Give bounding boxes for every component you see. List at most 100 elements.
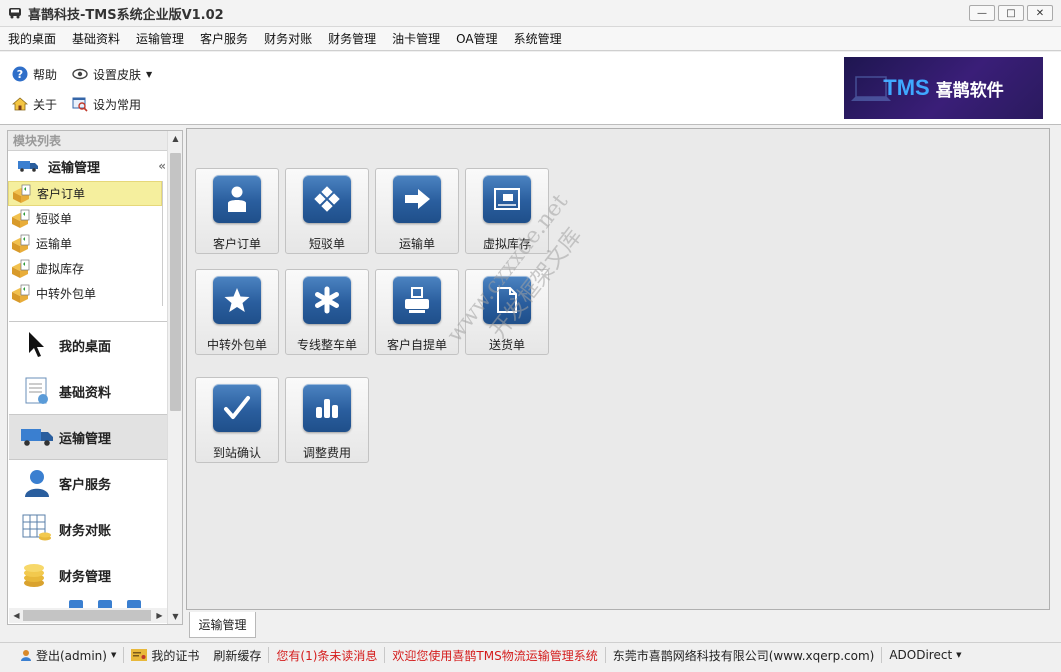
- window-search-icon: [72, 97, 88, 112]
- tile-label: 中转外包单: [206, 338, 267, 352]
- tile-label: 客户订单: [212, 237, 261, 251]
- bar-chart-icon: [303, 384, 351, 432]
- logout-dropdown[interactable]: 登出(admin) ▼: [0, 647, 123, 664]
- db-driver-dropdown[interactable]: ADODirect ▼: [882, 648, 968, 662]
- sub-item-shuttle[interactable]: 短驳单: [8, 206, 162, 231]
- menu-bar: 我的桌面 基础资料 运输管理 客户服务 财务对账 财务管理 油卡管理 OA管理 …: [0, 27, 1061, 51]
- truck-icon: [18, 161, 38, 172]
- nav-transport[interactable]: 运输管理: [9, 414, 168, 460]
- tile-virtual-stock[interactable]: 虚拟库存: [465, 168, 549, 254]
- package-doc-icon: [12, 259, 30, 278]
- sub-item-transport-order[interactable]: 运输单: [8, 231, 162, 256]
- coins-icon: [24, 564, 44, 587]
- skin-dropdown[interactable]: 设置皮肤 ▼: [72, 64, 152, 84]
- menu-customer-service[interactable]: 客户服务: [192, 27, 256, 51]
- menu-system[interactable]: 系统管理: [506, 27, 570, 51]
- about-button[interactable]: 关于: [12, 94, 57, 114]
- sub-item-list: 客户订单 短驳单 运输单 虚拟库存 中转外包单: [8, 181, 163, 306]
- minimize-button[interactable]: —: [969, 5, 995, 21]
- chevron-down-icon: ▼: [956, 651, 962, 659]
- window-title: 喜鹊科技-TMS系统企业版V1.02: [28, 7, 224, 23]
- scroll-thumb[interactable]: [23, 610, 151, 621]
- menu-oa[interactable]: OA管理: [448, 27, 505, 51]
- document-icon: [483, 276, 531, 324]
- sub-item-label: 运输单: [36, 237, 73, 251]
- truck-app-icon: [9, 8, 21, 19]
- scroll-thumb[interactable]: [170, 153, 181, 411]
- tile-label: 调整费用: [302, 446, 351, 460]
- menu-basic-data[interactable]: 基础资料: [64, 27, 128, 51]
- status-bar: 登出(admin) ▼ 我的证书 刷新缓存 您有(1)条未读消息 欢迎您使用喜鹊…: [0, 642, 1061, 667]
- package-doc-icon: [13, 184, 31, 203]
- skin-label: 设置皮肤: [93, 67, 142, 82]
- module-panel-header: 模块列表: [8, 131, 168, 151]
- menu-fuel-card[interactable]: 油卡管理: [384, 27, 448, 51]
- nav-label: 客户服务: [59, 477, 112, 493]
- user-icon: [21, 650, 31, 661]
- tile-arrival-confirm[interactable]: 到站确认: [195, 377, 279, 463]
- unread-messages-link[interactable]: 您有(1)条未读消息: [269, 647, 384, 664]
- scroll-down-icon[interactable]: ▼: [168, 609, 183, 624]
- tile-label: 送货单: [488, 338, 525, 352]
- module-panel: 模块列表 运输管理 « 客户订单 短驳单 运输单 虚拟库存 中转外包单 我的桌面…: [7, 130, 183, 625]
- sub-item-customer-order[interactable]: 客户订单: [8, 181, 162, 206]
- nav-finance-management[interactable]: 财务管理: [9, 552, 168, 598]
- sub-item-label: 中转外包单: [36, 287, 97, 301]
- module-nav: 我的桌面 基础资料 运输管理 客户服务 财务对账 财务管理: [9, 321, 168, 610]
- horizontal-scrollbar[interactable]: ◀ ▶: [9, 608, 167, 623]
- nav-label: 财务对账: [59, 523, 112, 539]
- menu-finance-management[interactable]: 财务管理: [320, 27, 384, 51]
- nav-customer-service[interactable]: 客户服务: [9, 460, 168, 506]
- sub-item-virtual-stock[interactable]: 虚拟库存: [8, 256, 162, 281]
- nav-label: 运输管理: [59, 431, 112, 447]
- maximize-button[interactable]: □: [998, 5, 1024, 21]
- help-label: 帮助: [33, 67, 58, 82]
- module-group-header[interactable]: 运输管理 «: [8, 151, 168, 181]
- checkmark-icon: [213, 384, 261, 432]
- tile-adjust-fee[interactable]: 调整费用: [285, 377, 369, 463]
- tile-transport-order[interactable]: 运输单: [375, 168, 459, 254]
- set-common-label: 设为常用: [93, 97, 142, 112]
- nav-finance-reconcile[interactable]: 财务对账: [9, 506, 168, 552]
- sub-item-transfer-outsource[interactable]: 中转外包单: [8, 281, 162, 306]
- vertical-scrollbar[interactable]: ▲ ▼: [167, 131, 182, 624]
- logo-company-text: 喜鹊软件: [935, 80, 1004, 101]
- nav-label: 财务管理: [59, 569, 112, 585]
- collapse-icon[interactable]: «: [158, 159, 166, 173]
- menu-transport[interactable]: 运输管理: [128, 27, 192, 51]
- nav-my-desktop[interactable]: 我的桌面: [9, 322, 168, 368]
- person-icon: [213, 175, 261, 223]
- nav-basic-data[interactable]: 基础资料: [9, 368, 168, 414]
- printer-icon: [393, 276, 441, 324]
- tile-label: 运输单: [398, 237, 435, 251]
- chevron-down-icon: ▼: [146, 69, 153, 79]
- tile-customer-pickup[interactable]: 客户自提单: [375, 269, 459, 355]
- scroll-up-icon[interactable]: ▲: [168, 131, 183, 146]
- menu-finance-reconcile[interactable]: 财务对账: [256, 27, 320, 51]
- star-icon: [213, 276, 261, 324]
- tile-delivery-note[interactable]: 送货单: [465, 269, 549, 355]
- certificate-button[interactable]: 我的证书: [124, 647, 206, 664]
- scroll-left-icon[interactable]: ◀: [9, 608, 24, 623]
- toolbar: ? 帮助 设置皮肤 ▼ 关于 设为常用 TMS 喜鹊软件: [0, 52, 1061, 125]
- tile-shuttle[interactable]: 短驳单: [285, 168, 369, 254]
- laptop-graphic-icon: [851, 76, 891, 101]
- tab-transport[interactable]: 运输管理: [189, 612, 256, 638]
- certificate-icon: [131, 649, 148, 661]
- tile-dedicated-truck[interactable]: 专线整车单: [285, 269, 369, 355]
- scroll-right-icon[interactable]: ▶: [152, 608, 167, 623]
- set-common-button[interactable]: 设为常用: [72, 94, 141, 114]
- arrow-right-icon: [393, 175, 441, 223]
- tile-transfer-outsource[interactable]: 中转外包单: [195, 269, 279, 355]
- tile-customer-order[interactable]: 客户订单: [195, 168, 279, 254]
- certificate-label: 我的证书: [151, 648, 200, 663]
- refresh-cache-button[interactable]: 刷新缓存: [206, 647, 268, 664]
- nav-label: 基础资料: [59, 385, 112, 401]
- help-button[interactable]: ? 帮助: [12, 64, 57, 84]
- tile-label: 短驳单: [308, 237, 345, 251]
- package-doc-icon: [12, 284, 30, 303]
- brand-logo: TMS 喜鹊软件: [844, 57, 1043, 119]
- close-button[interactable]: ✕: [1027, 5, 1053, 21]
- menu-my-desktop[interactable]: 我的桌面: [0, 27, 64, 51]
- title-bar: 喜鹊科技-TMS系统企业版V1.02 — □ ✕: [0, 0, 1061, 27]
